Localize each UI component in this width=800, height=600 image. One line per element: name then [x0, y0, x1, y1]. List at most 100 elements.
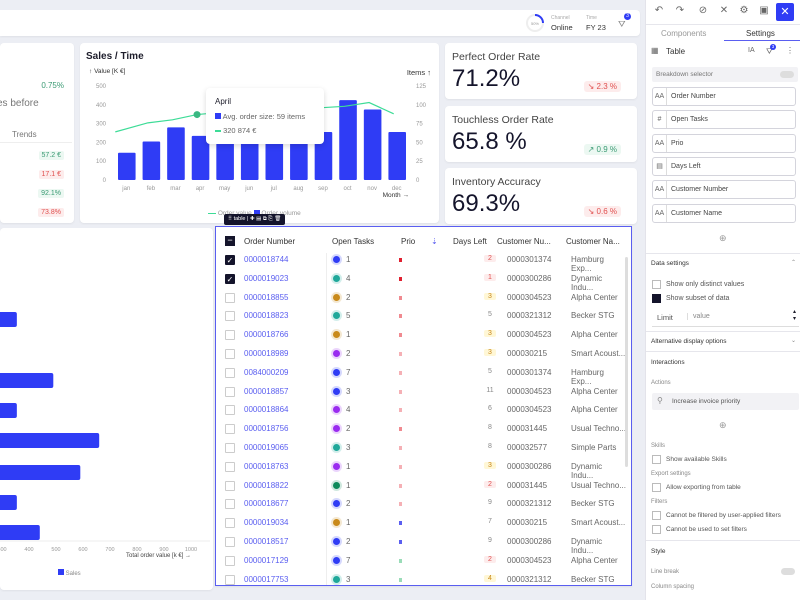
action-item[interactable]: ⚲ Increase invoice priority	[652, 393, 799, 410]
channel-filter[interactable]: Online	[551, 23, 573, 32]
row-checkbox[interactable]: ✓	[225, 255, 235, 265]
kpi-touchless-order-rate[interactable]: Touchless Order Rate 65.8 % ↗ 0.9 %	[445, 106, 637, 162]
add-field-icon[interactable]: ⊕	[719, 233, 727, 244]
row-checkbox[interactable]	[225, 330, 235, 341]
header-open-tasks[interactable]: Open Tasks	[332, 237, 374, 246]
row-checkbox[interactable]	[225, 367, 235, 378]
add-action-icon[interactable]: ⊕	[719, 420, 727, 431]
table-row[interactable]: 0000018857 3 11 0000304523 Alpha Center	[216, 383, 626, 401]
field-prio[interactable]: AA Prio	[652, 133, 796, 153]
filter2-checkbox[interactable]	[652, 525, 661, 534]
line-break-toggle[interactable]	[781, 568, 795, 575]
field-customer-number[interactable]: AA Customer Number	[652, 180, 796, 200]
row-checkbox[interactable]	[225, 537, 235, 547]
order-number-link[interactable]: 0000018763	[244, 462, 289, 471]
order-number-link[interactable]: 0000018823	[244, 311, 289, 320]
row-checkbox[interactable]	[225, 311, 235, 322]
kpi-inventory-accuracy[interactable]: Inventory Accuracy 69.3% ↘ 0.6 %	[445, 168, 637, 224]
table-row[interactable]: 0000018855 2 3 0000304523 Alpha Center	[216, 289, 626, 307]
gear-icon[interactable]: ⚙	[737, 5, 751, 19]
order-number-link[interactable]: 0000019034	[244, 518, 289, 527]
tab-components[interactable]: Components	[661, 29, 706, 38]
interactions-heading[interactable]: Interactions	[651, 359, 685, 366]
order-number-link[interactable]: 0000018864	[244, 405, 289, 414]
table-row[interactable]: 0000018763 1 3 0000300286 Dynamic Indu..…	[216, 458, 626, 480]
field-customer-name[interactable]: AA Customer Name	[652, 203, 796, 223]
style-heading[interactable]: Style	[651, 548, 665, 555]
order-number-link[interactable]: 0000017129	[244, 556, 289, 565]
table-scrollbar[interactable]	[625, 257, 628, 467]
data-settings-heading[interactable]: Data settings	[651, 260, 689, 267]
row-checkbox[interactable]	[225, 480, 235, 491]
field-open-tasks[interactable]: # Open Tasks	[652, 110, 796, 130]
table-row[interactable]: 0000018864 4 6 0000304523 Alpha Center	[216, 401, 626, 419]
row-checkbox[interactable]	[225, 292, 235, 303]
order-number-link[interactable]: 0000018517	[244, 537, 289, 546]
row-checkbox[interactable]	[225, 386, 235, 397]
order-number-link[interactable]: 0000018744	[244, 255, 289, 264]
row-checkbox[interactable]	[225, 499, 235, 510]
header-order-number[interactable]: Order Number	[244, 237, 295, 246]
header-prio[interactable]: Prio	[401, 237, 415, 246]
distinct-checkbox[interactable]	[652, 280, 661, 289]
header-customer-number[interactable]: Customer Nu...	[497, 237, 551, 246]
sort-icon[interactable]: ⇣	[431, 237, 438, 246]
subset-checkbox[interactable]	[652, 294, 661, 303]
order-number-link[interactable]: 0000018677	[244, 499, 289, 508]
table-toolbar[interactable]: ⠿ table | ✚ ▤ ⧉ ⎘ 🗑	[224, 214, 286, 225]
row-checkbox[interactable]: ✓	[225, 273, 235, 284]
close-button[interactable]: ✕	[776, 3, 794, 21]
text-format-icon[interactable]: IA	[748, 47, 755, 54]
row-checkbox[interactable]	[225, 518, 235, 529]
order-number-link[interactable]: 0000018989	[244, 349, 289, 358]
table-row[interactable]: ✓ 0000018744 1 2 0000301374 Hamburg Exp.…	[216, 251, 626, 273]
table-row[interactable]: 0084000209 7 5 0000301374 Hamburg Exp...	[216, 364, 626, 386]
order-number-link[interactable]: 0000018756	[244, 424, 289, 433]
header-customer-name[interactable]: Customer Na...	[566, 237, 620, 246]
row-checkbox[interactable]	[225, 574, 235, 585]
table-row[interactable]: 0000018989 2 3 000030215 Smart Acoust...	[216, 345, 626, 363]
table-row[interactable]: 0000018517 2 9 0000300286 Dynamic Indu..…	[216, 533, 626, 555]
row-checkbox[interactable]	[225, 405, 235, 416]
order-number-link[interactable]: 0000018766	[244, 330, 289, 339]
table-row[interactable]: 0000018677 2 9 0000321312 Becker STG	[216, 495, 626, 513]
table-row[interactable]: 0000018756 2 8 000031445 Usual Techno...	[216, 420, 626, 438]
row-checkbox[interactable]	[225, 461, 235, 472]
tab-settings[interactable]: Settings	[746, 29, 775, 38]
table-row[interactable]: 0000018766 1 3 0000304523 Alpha Center	[216, 326, 626, 344]
table-row[interactable]: 0000018823 5 5 0000321312 Becker STG	[216, 307, 626, 325]
time-filter[interactable]: FY 23	[586, 23, 606, 32]
table-row[interactable]: 0000019034 1 7 000030215 Smart Acoust...	[216, 514, 626, 532]
row-checkbox[interactable]	[225, 349, 235, 359]
order-number-link[interactable]: 0084000209	[244, 368, 289, 377]
limit-input[interactable]: Limit value ▴ ▾	[652, 308, 799, 327]
table-row[interactable]: 0000017129 7 2 0000304523 Alpha Center	[216, 552, 626, 570]
order-number-link[interactable]: 0000018855	[244, 293, 289, 302]
skills-checkbox[interactable]	[652, 455, 661, 464]
row-checkbox[interactable]	[225, 424, 235, 435]
filter-icon[interactable]: ⛛	[618, 19, 626, 30]
save-icon[interactable]: ▣	[757, 5, 771, 19]
table-row[interactable]: 0000018822 1 2 000031445 Usual Techno...	[216, 477, 626, 495]
field-days-left[interactable]: ▤ Days Left	[652, 156, 796, 176]
shuffle-icon[interactable]: ✕	[717, 5, 731, 19]
hide-icon[interactable]: ⊘	[696, 5, 710, 19]
order-number-link[interactable]: 0000018822	[244, 481, 289, 490]
breakdown-toggle[interactable]	[780, 71, 794, 78]
table-row[interactable]: ✓ 0000019023 4 1 0000300286 Dynamic Indu…	[216, 270, 626, 292]
filter1-checkbox[interactable]	[652, 511, 661, 520]
row-checkbox[interactable]	[225, 443, 235, 453]
table-row[interactable]: 0000019065 3 8 000032577 Simple Parts	[216, 439, 626, 457]
row-checkbox[interactable]	[225, 555, 235, 566]
kpi-perfect-order-rate[interactable]: Perfect Order Rate 71.2% ↘ 2.3 %	[445, 43, 637, 99]
order-number-link[interactable]: 0000018857	[244, 387, 289, 396]
export-checkbox[interactable]	[652, 483, 661, 492]
order-number-link[interactable]: 0000019065	[244, 443, 289, 452]
field-order-number[interactable]: AA Order Number	[652, 87, 796, 106]
header-days-left[interactable]: Days Left	[453, 237, 487, 246]
order-number-link[interactable]: 0000019023	[244, 274, 289, 283]
redo-icon[interactable]: ↷	[673, 5, 687, 19]
undo-icon[interactable]: ↶	[652, 5, 666, 19]
order-number-link[interactable]: 0000017753	[244, 575, 289, 584]
select-all-checkbox[interactable]: −	[225, 236, 235, 246]
